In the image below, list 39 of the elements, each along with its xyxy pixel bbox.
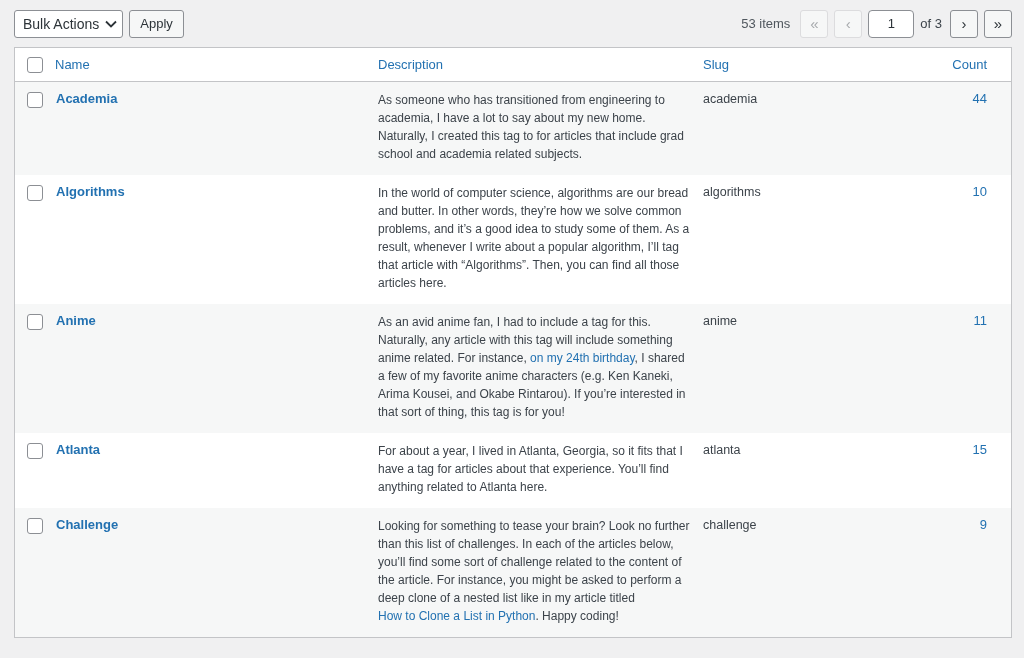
tag-description: Looking for something to tease your brain? Look no further than this list of challenges. In each of the articles below, you’ll find some sort of challenge related to the content of the article. For instance, you might be asked to perform a deep clone of a nested list like in my article titled How to Clone a List in Python. Happy coding! [378,518,690,625]
row-checkbox[interactable] [27,518,43,534]
post-count-link[interactable]: 44 [972,91,987,106]
tag-name-link[interactable]: Academia [55,91,118,106]
tag-description: As someone who has transitioned from engineering to academia, I have a lot to say about my new home. Naturally, I created this tag to for articles that include grad school and academia related subjects. [378,92,685,163]
post-count-link[interactable]: 9 [979,517,987,532]
tag-slug: algorithms [703,185,761,199]
row-checkbox[interactable] [27,185,43,201]
column-header[interactable]: Description [378,57,444,72]
select-all-checkbox[interactable] [27,57,43,73]
tag-description: For about a year, I lived in Atlanta, Georgia, so it fits that I have a tag for articles about that experience. You’ll find anything related to Atlanta here. [378,443,684,496]
row-checkbox[interactable] [27,443,43,459]
column-header[interactable]: Name [55,57,90,72]
tag-name-link[interactable]: Algorithms [55,184,125,199]
tag-slug: anime [703,314,738,328]
bulk-actions-dropdown[interactable]: Bulk Actions [14,9,124,38]
current-page-field[interactable]: 1 [868,9,915,38]
column-header[interactable]: Count [952,57,987,72]
post-count-link[interactable]: 15 [972,442,987,457]
tag-slug: atlanta [703,443,741,457]
total-pages: of 3 [920,16,942,31]
apply-button[interactable]: Apply [129,9,184,38]
tag-name-link[interactable]: Anime [55,313,96,328]
tag-description: As an avid anime fan, I had to include a tag for this. Naturally, any article with this tag will include something anime related. For instance, on my 24th birthday, I shared a few of my favorite anime characters (e.g. Ken Kaneki, Arima Kousei, and Okabe Rintarou). If you’re interested in that sort of thing, this tag is for you! [378,314,687,421]
row-checkbox[interactable] [27,314,43,330]
chevron-down-icon [105,19,118,28]
next-page-button[interactable]: › [950,9,978,38]
tag-description: In the world of computer science, algorithms are our bread and butter. In other words, they’re how we solve common problems, and it’s a good idea to study some of them. As a result, whenever I write about a popular algorithm, I’ll tag that article with “Algorithms”. Then, you can find all those articles here. [378,185,690,292]
row-checkbox[interactable] [27,92,43,108]
post-count-link[interactable]: 11 [973,313,987,328]
article-link[interactable]: on my 24th birthday [530,351,635,365]
last-page-button[interactable]: » [984,9,1012,38]
tag-name-link[interactable]: Challenge [55,517,119,532]
tag-name-link[interactable]: Atlanta [55,442,101,457]
items-count: 53 items [741,16,791,31]
post-count-link[interactable]: 10 [972,184,987,199]
tag-slug: challenge [703,518,757,532]
tag-slug: academia [703,92,758,106]
column-header[interactable]: Slug [703,57,730,72]
